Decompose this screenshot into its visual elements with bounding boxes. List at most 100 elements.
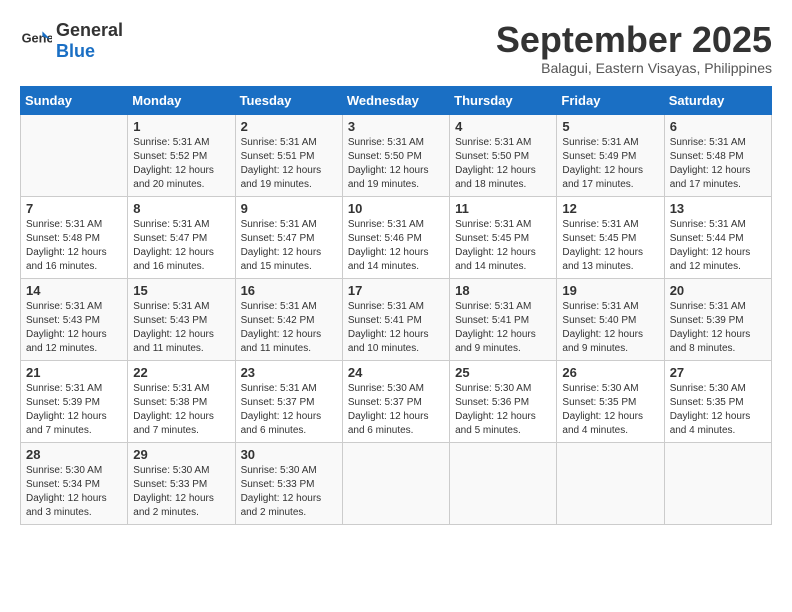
cell-info: Sunrise: 5:31 AM Sunset: 5:50 PM Dayligh… [455,136,551,192]
cell-info: Sunrise: 5:31 AM Sunset: 5:47 PM Dayligh… [133,218,229,274]
header-day: Tuesday [235,86,342,114]
calendar-cell: 21 Sunrise: 5:31 AM Sunset: 5:39 PM Dayli… [21,360,128,442]
cell-info: Sunrise: 5:31 AM Sunset: 5:41 PM Dayligh… [348,300,444,356]
calendar-cell: 19Sunrise: 5:31 AM Sunset: 5:40 PM Dayli… [557,278,664,360]
calendar-week-row: 1 Sunrise: 5:31 AM Sunset: 5:52 PM Daylig… [21,114,772,196]
calendar-cell: 1 Sunrise: 5:31 AM Sunset: 5:52 PM Daylig… [128,114,235,196]
calendar-table: SundayMondayTuesdayWednesdayThursdayFrid… [20,86,772,525]
day-number: 12 [562,201,658,216]
cell-info: Sunrise: 5:31 AM Sunset: 5:45 PM Dayligh… [455,218,551,274]
day-number: 3 [348,119,444,134]
header-day: Saturday [664,86,771,114]
day-number: 9 [241,201,337,216]
cell-info: Sunrise: 5:30 AM Sunset: 5:34 PM Dayligh… [26,464,122,520]
day-number: 4 [455,119,551,134]
day-number: 15 [133,283,229,298]
logo-icon: General [20,25,52,57]
cell-info: Sunrise: 5:30 AM Sunset: 5:35 PM Dayligh… [562,382,658,438]
logo: General General Blue [20,20,123,62]
day-number: 11 [455,201,551,216]
calendar-cell: 27 Sunrise: 5:30 AM Sunset: 5:35 PM Dayli… [664,360,771,442]
calendar-cell: 7Sunrise: 5:31 AM Sunset: 5:48 PM Daylig… [21,196,128,278]
calendar-cell [557,442,664,524]
day-number: 20 [670,283,766,298]
calendar-cell: 2 Sunrise: 5:31 AM Sunset: 5:51 PM Daylig… [235,114,342,196]
title-area: September 2025 Balagui, Eastern Visayas,… [496,20,772,76]
cell-info: Sunrise: 5:31 AM Sunset: 5:39 PM Dayligh… [26,382,122,438]
cell-info: Sunrise: 5:31 AM Sunset: 5:51 PM Dayligh… [241,136,337,192]
day-number: 29 [133,447,229,462]
cell-info: Sunrise: 5:31 AM Sunset: 5:39 PM Dayligh… [670,300,766,356]
header-day: Sunday [21,86,128,114]
calendar-cell: 4 Sunrise: 5:31 AM Sunset: 5:50 PM Daylig… [450,114,557,196]
day-number: 27 [670,365,766,380]
calendar-week-row: 21 Sunrise: 5:31 AM Sunset: 5:39 PM Dayli… [21,360,772,442]
cell-info: Sunrise: 5:30 AM Sunset: 5:35 PM Dayligh… [670,382,766,438]
cell-info: Sunrise: 5:31 AM Sunset: 5:46 PM Dayligh… [348,218,444,274]
calendar-cell: 13 Sunrise: 5:31 AM Sunset: 5:44 PM Dayli… [664,196,771,278]
cell-info: Sunrise: 5:31 AM Sunset: 5:43 PM Dayligh… [26,300,122,356]
cell-info: Sunrise: 5:31 AM Sunset: 5:43 PM Dayligh… [133,300,229,356]
header: General General Blue September 2025 Bala… [20,20,772,76]
calendar-cell: 30 Sunrise: 5:30 AM Sunset: 5:33 PM Dayli… [235,442,342,524]
calendar-cell [450,442,557,524]
calendar-cell [21,114,128,196]
calendar-cell: 11 Sunrise: 5:31 AM Sunset: 5:45 PM Dayli… [450,196,557,278]
calendar-cell: 24Sunrise: 5:30 AM Sunset: 5:37 PM Dayli… [342,360,449,442]
header-day: Friday [557,86,664,114]
cell-info: Sunrise: 5:31 AM Sunset: 5:44 PM Dayligh… [670,218,766,274]
calendar-cell: 18Sunrise: 5:31 AM Sunset: 5:41 PM Dayli… [450,278,557,360]
calendar-cell: 10 Sunrise: 5:31 AM Sunset: 5:46 PM Dayli… [342,196,449,278]
day-number: 21 [26,365,122,380]
day-number: 28 [26,447,122,462]
cell-info: Sunrise: 5:30 AM Sunset: 5:36 PM Dayligh… [455,382,551,438]
day-number: 14 [26,283,122,298]
header-day: Wednesday [342,86,449,114]
calendar-week-row: 7Sunrise: 5:31 AM Sunset: 5:48 PM Daylig… [21,196,772,278]
calendar-cell: 22 Sunrise: 5:31 AM Sunset: 5:38 PM Dayli… [128,360,235,442]
cell-info: Sunrise: 5:31 AM Sunset: 5:52 PM Dayligh… [133,136,229,192]
cell-info: Sunrise: 5:31 AM Sunset: 5:50 PM Dayligh… [348,136,444,192]
calendar-week-row: 28 Sunrise: 5:30 AM Sunset: 5:34 PM Dayli… [21,442,772,524]
calendar-cell: 16 Sunrise: 5:31 AM Sunset: 5:42 PM Dayli… [235,278,342,360]
cell-info: Sunrise: 5:31 AM Sunset: 5:37 PM Dayligh… [241,382,337,438]
calendar-cell: 26 Sunrise: 5:30 AM Sunset: 5:35 PM Dayli… [557,360,664,442]
cell-info: Sunrise: 5:31 AM Sunset: 5:47 PM Dayligh… [241,218,337,274]
calendar-cell: 20 Sunrise: 5:31 AM Sunset: 5:39 PM Dayli… [664,278,771,360]
day-number: 17 [348,283,444,298]
calendar-cell: 25 Sunrise: 5:30 AM Sunset: 5:36 PM Dayli… [450,360,557,442]
cell-info: Sunrise: 5:31 AM Sunset: 5:45 PM Dayligh… [562,218,658,274]
calendar-cell: 8 Sunrise: 5:31 AM Sunset: 5:47 PM Daylig… [128,196,235,278]
day-number: 24 [348,365,444,380]
day-number: 30 [241,447,337,462]
day-number: 8 [133,201,229,216]
calendar-cell: 23 Sunrise: 5:31 AM Sunset: 5:37 PM Dayli… [235,360,342,442]
calendar-cell: 6Sunrise: 5:31 AM Sunset: 5:48 PM Daylig… [664,114,771,196]
calendar-cell: 3 Sunrise: 5:31 AM Sunset: 5:50 PM Daylig… [342,114,449,196]
location: Balagui, Eastern Visayas, Philippines [496,60,772,76]
day-number: 13 [670,201,766,216]
cell-info: Sunrise: 5:31 AM Sunset: 5:48 PM Dayligh… [670,136,766,192]
calendar-cell: 17 Sunrise: 5:31 AM Sunset: 5:41 PM Dayli… [342,278,449,360]
calendar-cell [664,442,771,524]
calendar-cell: 12 Sunrise: 5:31 AM Sunset: 5:45 PM Dayli… [557,196,664,278]
calendar-week-row: 14 Sunrise: 5:31 AM Sunset: 5:43 PM Dayli… [21,278,772,360]
header-day: Thursday [450,86,557,114]
cell-info: Sunrise: 5:31 AM Sunset: 5:42 PM Dayligh… [241,300,337,356]
cell-info: Sunrise: 5:31 AM Sunset: 5:38 PM Dayligh… [133,382,229,438]
day-number: 16 [241,283,337,298]
cell-info: Sunrise: 5:30 AM Sunset: 5:33 PM Dayligh… [241,464,337,520]
day-number: 25 [455,365,551,380]
day-number: 23 [241,365,337,380]
cell-info: Sunrise: 5:31 AM Sunset: 5:49 PM Dayligh… [562,136,658,192]
day-number: 10 [348,201,444,216]
day-number: 2 [241,119,337,134]
day-number: 22 [133,365,229,380]
month-title: September 2025 [496,20,772,60]
logo-general-text: General [56,20,123,40]
day-number: 26 [562,365,658,380]
header-day: Monday [128,86,235,114]
calendar-cell: 5Sunrise: 5:31 AM Sunset: 5:49 PM Daylig… [557,114,664,196]
cell-info: Sunrise: 5:31 AM Sunset: 5:40 PM Dayligh… [562,300,658,356]
day-number: 1 [133,119,229,134]
